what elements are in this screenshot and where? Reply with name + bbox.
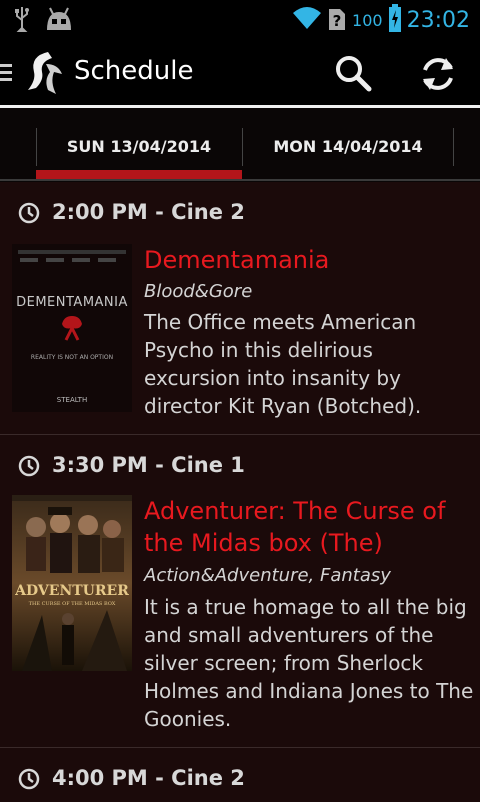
usb-icon — [14, 6, 30, 36]
poster-tagline: THE CURSE OF THE MIDAS BOX — [29, 601, 116, 607]
refresh-icon[interactable] — [418, 54, 458, 98]
clock-icon — [18, 455, 40, 481]
status-time: 23:02 — [406, 7, 470, 33]
poster-tagline: REALITY IS NOT AN OPTION — [31, 354, 113, 361]
tab-mon-14-04-2014[interactable]: MON 14/04/2014 — [243, 128, 453, 166]
list-divider — [0, 434, 480, 435]
date-tabs: SUN 13/04/2014 MON 14/04/2014 — [0, 108, 480, 182]
status-bar: ? 100 23:02 — [0, 0, 480, 38]
tab-divider — [453, 128, 454, 166]
session-time: 3:30 PM - Cine 1 — [52, 453, 245, 477]
svg-text:?: ? — [333, 12, 342, 30]
app-logo[interactable] — [24, 50, 66, 100]
session-header: 2:00 PM - Cine 2 — [0, 188, 480, 236]
tab-sun-13-04-2014[interactable]: SUN 13/04/2014 — [36, 128, 242, 166]
battery-icon — [388, 4, 401, 36]
page-title: Schedule — [74, 56, 194, 86]
movie-poster: ADVENTURER THE CURSE OF THE MIDAS BOX — [12, 495, 132, 671]
wifi-icon — [292, 5, 322, 35]
movie-item[interactable]: ADVENTURER THE CURSE OF THE MIDAS BOX Ad… — [0, 495, 480, 735]
search-icon[interactable] — [334, 54, 372, 96]
menu-icon[interactable] — [0, 64, 12, 85]
movie-genre: Blood&Gore — [144, 281, 253, 302]
android-icon — [44, 6, 74, 36]
movie-poster: DEMENTAMANIA REALITY IS NOT AN OPTION ST… — [12, 244, 132, 412]
poster-studio: STEALTH — [57, 396, 87, 404]
clock-icon — [18, 202, 40, 228]
tabs-divider — [0, 179, 480, 181]
session-header: 3:30 PM - Cine 1 — [0, 441, 480, 489]
battery-level: 100 — [352, 10, 383, 30]
no-sim-icon: ? — [328, 5, 346, 35]
session-header: 4:00 PM - Cine 2 — [0, 754, 480, 802]
movie-description: The Office meets American Psycho in this… — [144, 310, 422, 418]
movie-title: Adventurer: The Curse of the Midas box (… — [144, 497, 446, 557]
movie-title: Dementamania — [144, 246, 330, 274]
session-time: 4:00 PM - Cine 2 — [52, 766, 245, 790]
poster-title: DEMENTAMANIA — [16, 295, 128, 310]
list-divider — [0, 747, 480, 748]
clock-icon — [18, 768, 40, 794]
movie-genre: Action&Adventure, Fantasy — [144, 565, 391, 586]
action-bar: Schedule — [0, 38, 480, 106]
movie-item[interactable]: DEMENTAMANIA REALITY IS NOT AN OPTION ST… — [0, 244, 480, 418]
session-time: 2:00 PM - Cine 2 — [52, 200, 245, 224]
movie-description: It is a true homage to all the big and s… — [144, 595, 474, 731]
poster-title: ADVENTURER — [14, 583, 129, 599]
